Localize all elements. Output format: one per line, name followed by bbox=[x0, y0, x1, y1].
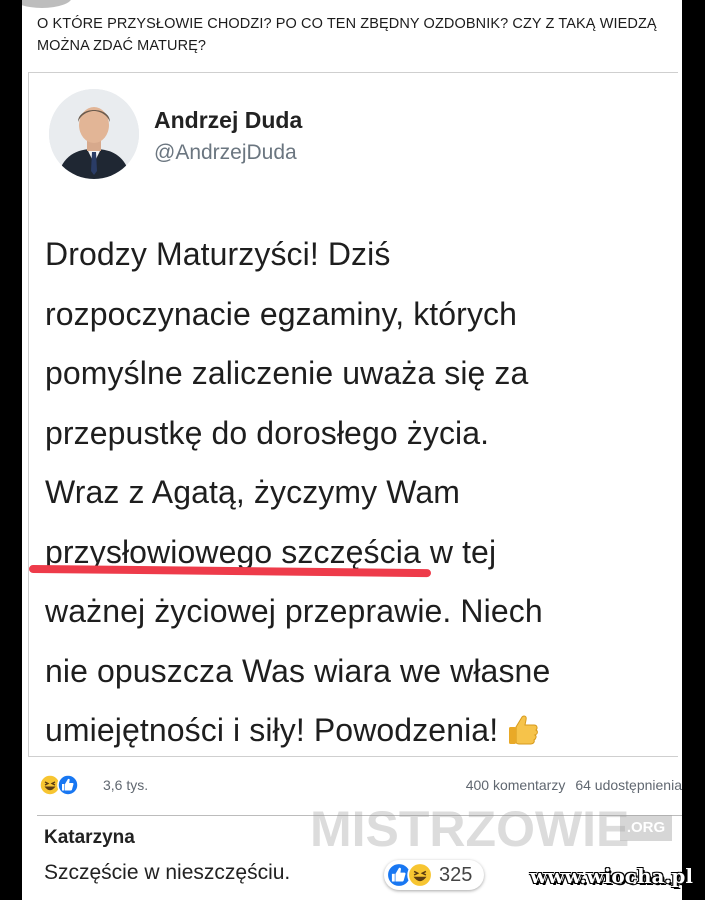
tweet-text: Drodzy Maturzyści! Dziś rozpoczynacie eg… bbox=[28, 225, 665, 761]
tweet-line: umiejętności i siły! Powodzenia! bbox=[45, 701, 665, 761]
comments-count-link[interactable]: 400 komentarzy bbox=[466, 777, 566, 793]
tweet-line: Drodzy Maturzyści! Dziś bbox=[45, 236, 391, 272]
comment-author[interactable]: Katarzyna bbox=[44, 827, 504, 849]
laugh-reaction-icon bbox=[407, 862, 433, 888]
comment-reaction-count: 325 bbox=[439, 863, 473, 886]
shares-count-link[interactable]: 64 udostępnienia bbox=[575, 777, 682, 793]
tweet-line: przepustkę do dorosłego życia. bbox=[45, 414, 490, 451]
tweet-line: ważnej życiowej przeprawie. Niech bbox=[45, 593, 543, 629]
comment-reactions[interactable]: 325 bbox=[384, 860, 485, 890]
comment-text: Szczęście w nieszczęściu. bbox=[44, 861, 291, 884]
tweet-line: nie opuszcza Was wiara we własne bbox=[45, 652, 551, 689]
tweet-line: przysłowiowego szczęścia w tej bbox=[28, 523, 665, 583]
avatar[interactable] bbox=[49, 89, 139, 179]
tweet-line-rest: w tej bbox=[420, 533, 497, 570]
embedded-tweet[interactable]: Andrzej Duda @AndrzejDuda Drodzy Maturzy… bbox=[28, 72, 678, 757]
watermark-suffix: .ORG bbox=[620, 815, 672, 841]
reaction-icons[interactable] bbox=[39, 774, 79, 796]
avatar-portrait-icon bbox=[49, 89, 139, 179]
tweet-author-handle[interactable]: @AndrzejDuda bbox=[154, 141, 297, 165]
thumbs-up-icon bbox=[506, 707, 540, 767]
highlighted-phrase-text: przysłowiowego szczęścia bbox=[45, 533, 421, 570]
comment: Katarzyna Szczęście w nieszczęściu. 325 bbox=[44, 827, 504, 890]
reactions-bar: 3,6 tys. 400 komentarzy 64 udostępnienia bbox=[37, 770, 682, 802]
tweet-last-line: umiejętności i siły! Powodzenia! bbox=[45, 712, 499, 748]
tweet-line: Wraz z Agatą, życzymy Wam bbox=[45, 474, 461, 510]
screenshot-frame: O KTÓRE PRZYSŁOWIE CHODZI? PO CO TEN ZBĘ… bbox=[22, 0, 682, 900]
tweet-line: rozpoczynacie egzaminy, których bbox=[45, 295, 518, 332]
source-watermark: www.wiocha.pl bbox=[530, 864, 693, 888]
tweet-author-name[interactable]: Andrzej Duda bbox=[154, 107, 302, 134]
cropped-avatar-edge bbox=[22, 0, 72, 8]
like-reaction-icon bbox=[57, 774, 79, 796]
tweet-line: pomyślne zaliczenie uważa się za bbox=[45, 355, 529, 391]
post-caption: O KTÓRE PRZYSŁOWIE CHODZI? PO CO TEN ZBĘ… bbox=[37, 16, 657, 54]
reaction-count[interactable]: 3,6 tys. bbox=[103, 777, 148, 793]
post-stats: 400 komentarzy 64 udostępnienia bbox=[466, 777, 682, 793]
highlighted-phrase: przysłowiowego szczęścia bbox=[28, 523, 431, 583]
